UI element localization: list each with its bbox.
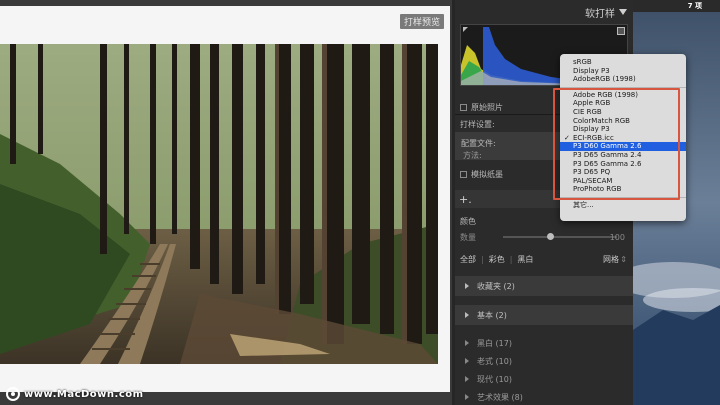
amount-label: 数量 bbox=[460, 232, 476, 242]
watermark-text: www.MacDown.com bbox=[24, 388, 144, 400]
grid-view-label[interactable]: 网格 bbox=[603, 254, 619, 265]
macdown-logo-icon bbox=[6, 387, 20, 401]
print-settings-label: 打样设置: bbox=[460, 120, 495, 129]
finder-titlebar bbox=[633, 0, 720, 12]
watermark: www.MacDown.com bbox=[6, 387, 144, 401]
amount-value: 100 bbox=[609, 232, 625, 242]
menu-item[interactable]: sRGB bbox=[560, 58, 686, 67]
grid-dropdown-icon[interactable]: ⇕ bbox=[620, 255, 627, 264]
show-original-label: 原始照片 bbox=[471, 103, 503, 112]
proof-paper: 打样预览 bbox=[0, 6, 450, 392]
simulate-paper-checkbox[interactable] bbox=[460, 171, 467, 178]
simulate-paper-label: 模拟纸墨 bbox=[471, 170, 503, 179]
disclosure-arrow-icon bbox=[465, 376, 469, 382]
disclosure-arrow-icon bbox=[465, 394, 469, 400]
add-profile-icon[interactable]: +. bbox=[459, 193, 472, 206]
section-basic[interactable]: 基本 (2) bbox=[455, 305, 633, 325]
filter-all[interactable]: 全部 bbox=[460, 254, 476, 265]
forest-photo[interactable] bbox=[0, 44, 438, 364]
color-label: 颜色 bbox=[460, 217, 476, 226]
group-modern-label: 现代 (10) bbox=[477, 374, 512, 384]
group-artistic-label: 艺术效果 (8) bbox=[477, 392, 523, 402]
soft-proof-title: 软打样 bbox=[585, 8, 615, 20]
section-basic-label: 基本 (2) bbox=[477, 310, 507, 320]
show-original-checkbox[interactable] bbox=[460, 104, 467, 111]
annotation-highlight-box bbox=[553, 88, 680, 200]
disclosure-arrow-icon bbox=[465, 312, 469, 318]
filter-bw[interactable]: 黑白 bbox=[517, 254, 533, 265]
item-count: 7 项 bbox=[687, 2, 702, 10]
highlight-clipping-icon[interactable] bbox=[617, 27, 625, 35]
disclosure-arrow-icon bbox=[465, 358, 469, 364]
section-favorites[interactable]: 收藏夹 (2) bbox=[455, 276, 633, 296]
method-label: 方法: bbox=[463, 151, 482, 160]
forest-image bbox=[0, 44, 438, 364]
menu-item[interactable]: AdobeRGB (1998) bbox=[560, 75, 686, 84]
amount-slider-track[interactable] bbox=[503, 233, 617, 240]
amount-slider-row[interactable]: 数量 100 bbox=[455, 230, 633, 244]
disclosure-arrow-icon bbox=[465, 283, 469, 289]
menu-item[interactable]: Display P3 bbox=[560, 67, 686, 76]
disclosure-arrow-icon bbox=[465, 340, 469, 346]
profile-label: 配置文件: bbox=[461, 139, 496, 148]
group-artistic[interactable]: 艺术效果 (8) bbox=[455, 389, 633, 405]
amount-slider-knob[interactable] bbox=[547, 233, 554, 240]
group-bw[interactable]: 黑白 (17) bbox=[455, 335, 633, 351]
group-bw-label: 黑白 (17) bbox=[477, 338, 512, 348]
collapse-triangle-icon[interactable] bbox=[619, 9, 627, 15]
proof-preview-label: 打样预览 bbox=[399, 14, 444, 29]
shadow-clipping-icon[interactable] bbox=[463, 27, 468, 32]
menu-item-other[interactable]: 其它... bbox=[560, 201, 686, 210]
soft-proof-header[interactable]: 软打样 bbox=[455, 0, 633, 24]
profile-filter-row: 全部 | 彩色 | 黑白 网格 ⇕ bbox=[460, 254, 627, 265]
group-modern[interactable]: 现代 (10) bbox=[455, 371, 633, 387]
group-vintage-label: 老式 (10) bbox=[477, 356, 512, 366]
group-vintage[interactable]: 老式 (10) bbox=[455, 353, 633, 369]
section-favorites-label: 收藏夹 (2) bbox=[477, 281, 515, 291]
photo-canvas: 打样预览 www.MacDown.com bbox=[0, 0, 452, 405]
filter-color[interactable]: 彩色 bbox=[489, 254, 505, 265]
